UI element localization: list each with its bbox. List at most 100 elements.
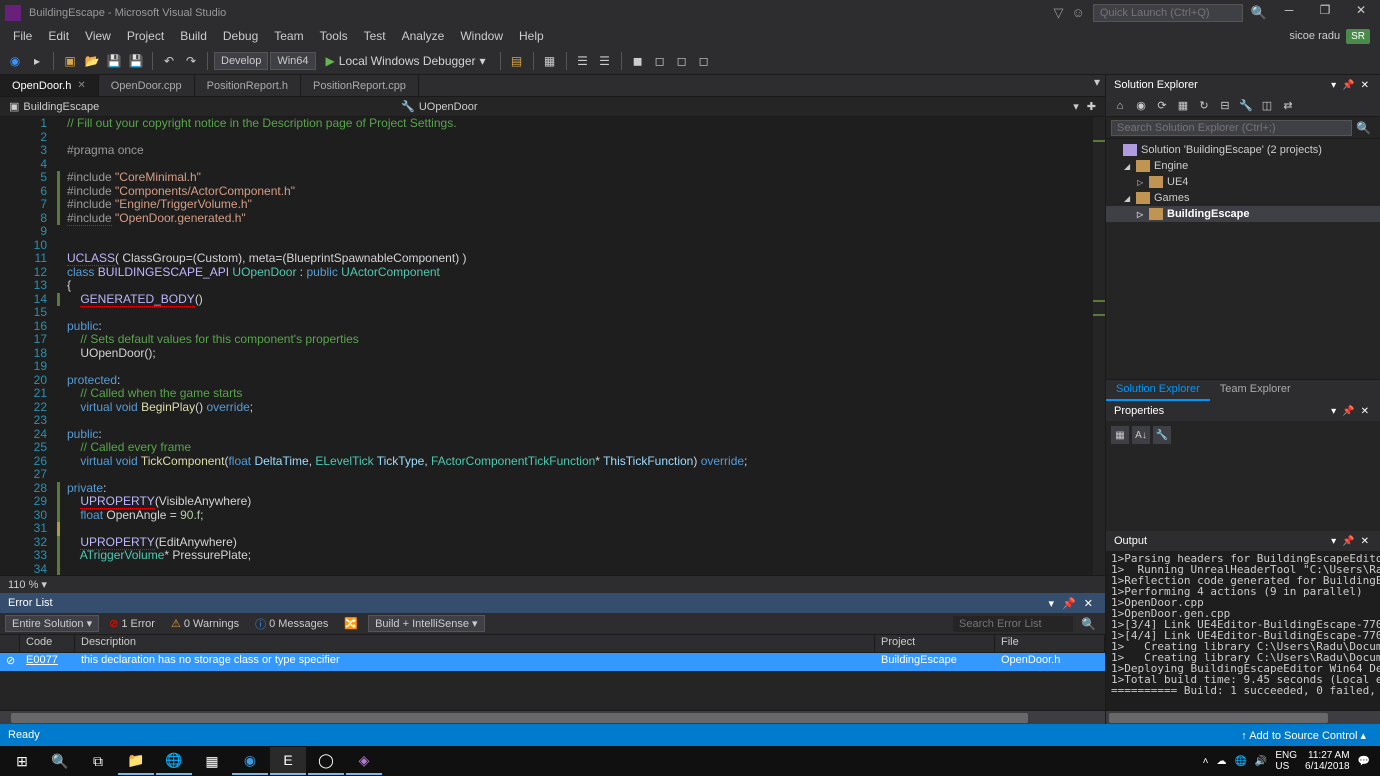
tray-volume-icon[interactable]: 🔊 xyxy=(1255,756,1267,767)
tab-positionreport-cpp[interactable]: PositionReport.cpp xyxy=(301,75,419,96)
tray-notifications-icon[interactable]: 💬 xyxy=(1358,756,1370,767)
preview-icon[interactable]: ◫ xyxy=(1258,97,1276,115)
code-editor[interactable]: 1234567891011121314151617181920212223242… xyxy=(0,117,1105,575)
tree-engine-folder[interactable]: ◢Engine xyxy=(1106,158,1380,174)
output-text[interactable]: 1>Parsing headers for BuildingEscapeEdit… xyxy=(1106,551,1380,710)
notifications-icon[interactable]: ▽ xyxy=(1054,5,1064,21)
tab-opendoor-cpp[interactable]: OpenDoor.cpp xyxy=(99,75,195,96)
undo-button[interactable]: ↶ xyxy=(159,51,179,71)
feedback-icon[interactable]: ☺ xyxy=(1072,5,1085,20)
toolbar-icon[interactable]: ◻ xyxy=(694,51,714,71)
save-all-button[interactable]: 💾 xyxy=(126,51,146,71)
save-button[interactable]: 💾 xyxy=(104,51,124,71)
panel-pin-button[interactable]: 📌 xyxy=(1339,536,1357,547)
toolbar-icon[interactable]: ◼ xyxy=(628,51,648,71)
menu-team[interactable]: Team xyxy=(266,27,311,45)
unreal-icon[interactable]: ◯ xyxy=(308,747,344,775)
breadcrumb-project[interactable]: ▣ BuildingEscape xyxy=(5,100,103,113)
panel-dropdown-button[interactable]: ▾ xyxy=(1328,80,1339,91)
search-icon[interactable]: 🔍 xyxy=(1251,5,1267,21)
source-control-button[interactable]: ↑ Add to Source Control ▴ xyxy=(1235,729,1372,742)
toolbar-icon[interactable]: ▤ xyxy=(507,51,527,71)
panel-close-button[interactable]: ✕ xyxy=(1358,406,1372,417)
ms-store-icon[interactable]: ▦ xyxy=(194,747,230,775)
search-icon[interactable]: 🔍 xyxy=(1077,617,1100,631)
tabs-overflow-button[interactable]: ▾ xyxy=(1089,75,1105,96)
col-project[interactable]: Project xyxy=(875,635,995,652)
tree-games-folder[interactable]: ◢Games xyxy=(1106,190,1380,206)
panel-close-button[interactable]: ✕ xyxy=(1080,597,1097,610)
panel-pin-button[interactable]: 📌 xyxy=(1058,597,1080,610)
panel-close-button[interactable]: ✕ xyxy=(1358,80,1372,91)
debug-start-button[interactable]: ▶Local Windows Debugger ▾ xyxy=(318,52,494,70)
menu-window[interactable]: Window xyxy=(452,27,511,45)
zoom-level[interactable]: 110 % xyxy=(8,579,38,591)
alpha-sort-icon[interactable]: A↓ xyxy=(1132,426,1150,444)
user-name[interactable]: sicoe radu xyxy=(1289,30,1340,42)
solution-search-input[interactable] xyxy=(1111,120,1352,136)
tab-solution-explorer[interactable]: Solution Explorer xyxy=(1106,380,1210,401)
errors-filter[interactable]: ⊘1 Error xyxy=(103,616,161,631)
back-icon[interactable]: ◉ xyxy=(1132,97,1150,115)
minimap[interactable] xyxy=(1093,117,1105,575)
split-editor-button[interactable]: ✚ xyxy=(1083,100,1100,113)
output-scrollbar[interactable] xyxy=(1106,710,1380,724)
col-icon[interactable] xyxy=(0,635,20,652)
minimize-button[interactable]: ─ xyxy=(1275,3,1303,23)
platform-dropdown[interactable]: Win64 xyxy=(270,52,315,70)
refresh-icon[interactable]: ↻ xyxy=(1195,97,1213,115)
search-icon[interactable]: 🔍 xyxy=(1352,121,1375,135)
tab-positionreport-h[interactable]: PositionReport.h xyxy=(195,75,301,96)
start-button[interactable]: ⊞ xyxy=(4,747,40,775)
breadcrumb-member[interactable]: ▾ xyxy=(1069,100,1083,113)
breadcrumb-class[interactable]: 🔧 UOpenDoor xyxy=(397,100,481,113)
toolbar-icon[interactable]: ☰ xyxy=(573,51,593,71)
panel-pin-button[interactable]: 📌 xyxy=(1339,80,1357,91)
panel-dropdown-button[interactable]: ▾ xyxy=(1328,406,1339,417)
collapse-icon[interactable]: ⊟ xyxy=(1216,97,1234,115)
nav-back-button[interactable]: ◉ xyxy=(5,51,25,71)
tray-cloud-icon[interactable]: ☁ xyxy=(1216,756,1226,767)
menu-help[interactable]: Help xyxy=(511,27,552,45)
tray-chevron-icon[interactable]: ˄ xyxy=(1203,756,1209,767)
chrome-icon[interactable]: 🌐 xyxy=(156,747,192,775)
show-all-icon[interactable]: ▦ xyxy=(1174,97,1192,115)
properties-icon[interactable]: 🔧 xyxy=(1237,97,1255,115)
config-dropdown[interactable]: Develop xyxy=(214,52,268,70)
menu-debug[interactable]: Debug xyxy=(215,27,266,45)
tree-ue4[interactable]: ▷UE4 xyxy=(1106,174,1380,190)
errorlist-scope[interactable]: Entire Solution ▾ xyxy=(5,615,99,632)
open-button[interactable]: 📂 xyxy=(82,51,102,71)
col-code[interactable]: Code xyxy=(20,635,75,652)
home-icon[interactable]: ⌂ xyxy=(1111,97,1129,115)
warnings-filter[interactable]: ⚠0 Warnings xyxy=(165,616,245,631)
horizontal-scrollbar[interactable] xyxy=(0,710,1105,724)
panel-pin-button[interactable]: 📌 xyxy=(1339,406,1357,417)
menu-build[interactable]: Build xyxy=(172,27,215,45)
menu-file[interactable]: File xyxy=(5,27,40,45)
col-file[interactable]: File xyxy=(995,635,1105,652)
toolbar-icon[interactable]: ◻ xyxy=(672,51,692,71)
tray-clock[interactable]: 11:27 AM 6/14/2018 xyxy=(1305,750,1350,772)
errorlist-header[interactable]: Error List ▾ 📌 ✕ xyxy=(0,593,1105,613)
close-icon[interactable]: ✕ xyxy=(77,80,85,91)
toolbar-icon[interactable]: ◻ xyxy=(650,51,670,71)
zoom-dropdown[interactable]: ▾ xyxy=(38,578,50,591)
vs-icon[interactable]: ◈ xyxy=(346,747,382,775)
quick-launch-input[interactable] xyxy=(1093,4,1243,22)
user-badge[interactable]: SR xyxy=(1346,29,1370,44)
view-icon[interactable]: ⇄ xyxy=(1279,97,1297,115)
error-row[interactable]: ⊘ E0077 this declaration has no storage … xyxy=(0,653,1105,671)
panel-close-button[interactable]: ✕ xyxy=(1358,536,1372,547)
close-button[interactable]: ✕ xyxy=(1347,3,1375,23)
toolbar-icon[interactable]: ▦ xyxy=(540,51,560,71)
messages-filter[interactable]: ⓘ0 Messages xyxy=(249,615,334,633)
epic-icon[interactable]: E xyxy=(270,747,306,775)
menu-view[interactable]: View xyxy=(77,27,119,45)
properties-header[interactable]: Properties ▾ 📌 ✕ xyxy=(1106,401,1380,421)
menu-project[interactable]: Project xyxy=(119,27,172,45)
sync-icon[interactable]: ⟳ xyxy=(1153,97,1171,115)
menu-edit[interactable]: Edit xyxy=(40,27,77,45)
nav-fwd-button[interactable]: ▸ xyxy=(27,51,47,71)
menu-test[interactable]: Test xyxy=(356,27,394,45)
